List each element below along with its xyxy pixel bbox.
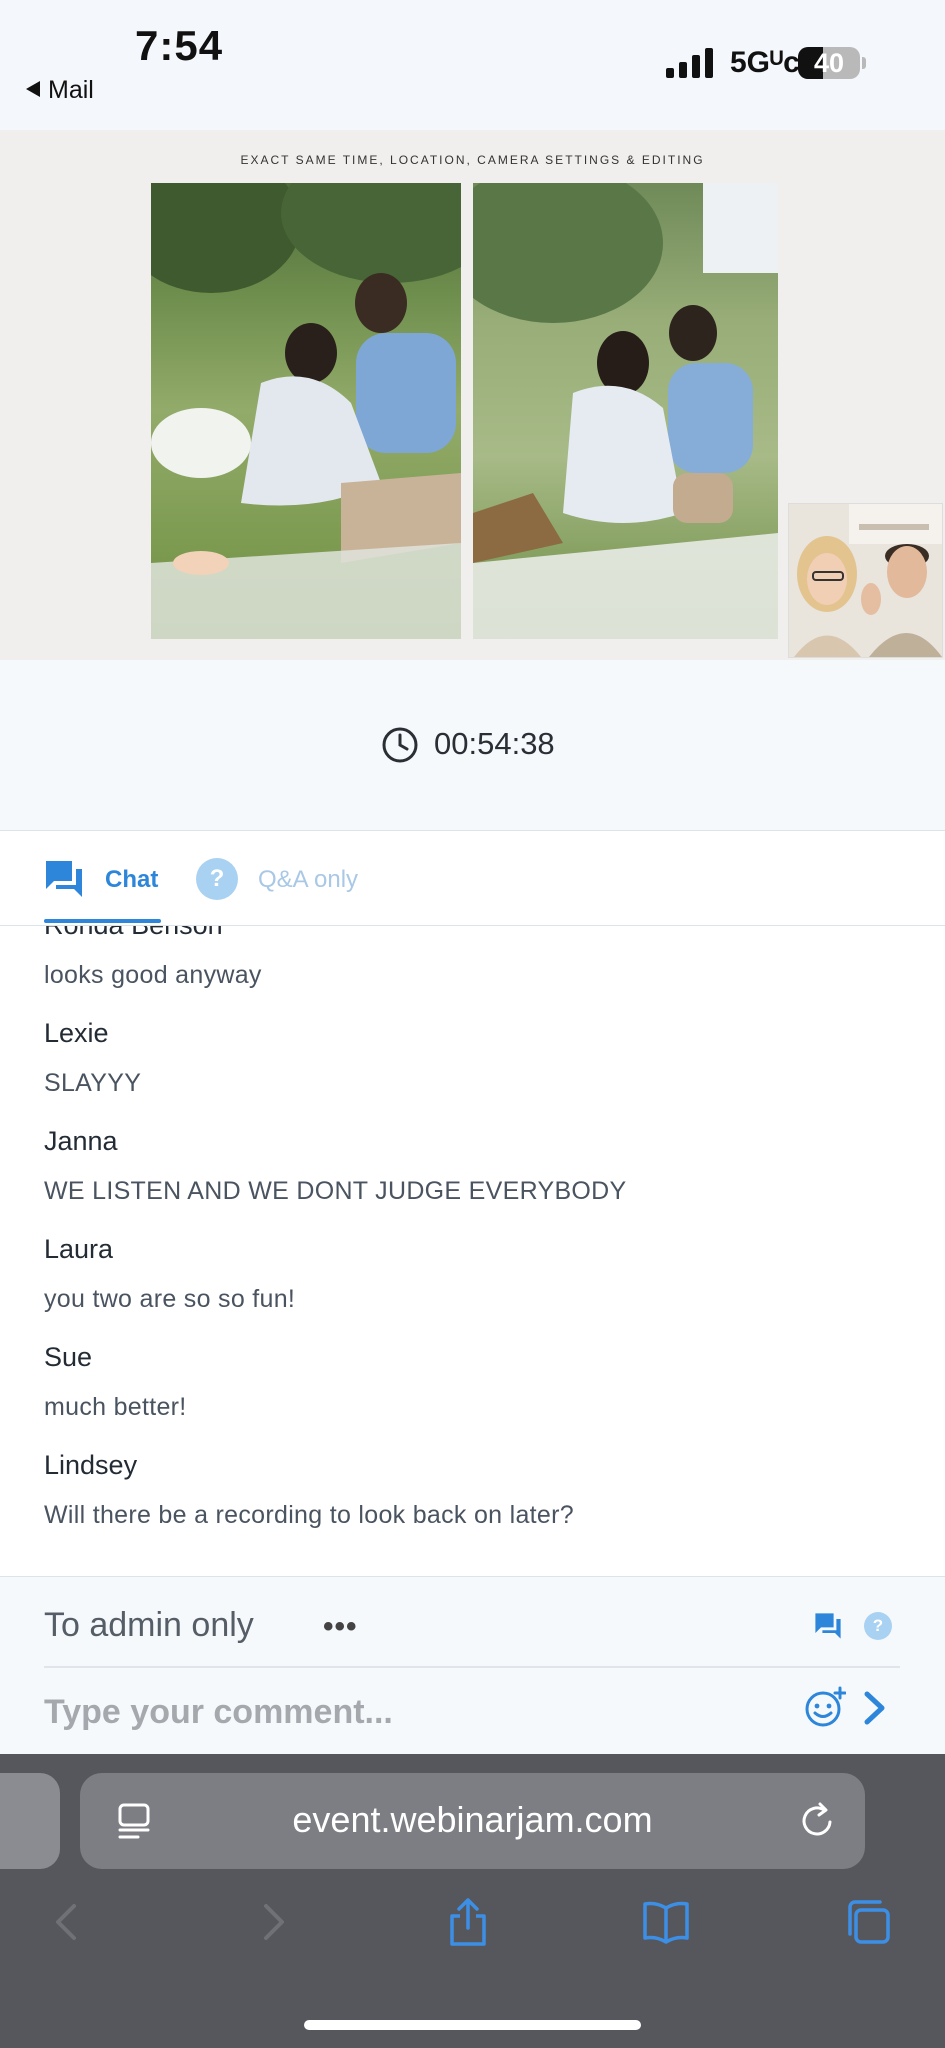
battery-icon: 40 xyxy=(798,47,860,79)
chat-author: Lindsey xyxy=(44,1450,138,1480)
back-chevron-icon[interactable] xyxy=(44,1898,92,1946)
tabs-overview-icon[interactable] xyxy=(844,1898,892,1946)
chat-text: SLAYYY xyxy=(44,1069,142,1097)
forward-chevron-icon[interactable] xyxy=(248,1898,296,1946)
composer-divider xyxy=(44,1666,900,1668)
question-mode-icon[interactable]: ? xyxy=(864,1612,892,1640)
elapsed-timer: 00:54:38 xyxy=(434,726,555,761)
battery-level: 40 xyxy=(813,48,845,78)
clock-icon xyxy=(382,727,418,763)
more-options-button[interactable]: ••• xyxy=(323,1610,358,1644)
bookmarks-icon[interactable] xyxy=(642,1898,690,1946)
chat-message: Laura you two are so so fun! xyxy=(44,1234,295,1314)
chat-author: Laura xyxy=(44,1234,114,1264)
share-icon[interactable] xyxy=(444,1898,492,1946)
chat-text: you two are so so fun! xyxy=(44,1285,296,1313)
chat-text: Will there be a recording to look back o… xyxy=(44,1501,574,1529)
emoji-add-icon[interactable] xyxy=(804,1686,846,1728)
previous-tab-preview[interactable] xyxy=(0,1773,60,1869)
chat-author: Lexie xyxy=(44,1018,109,1048)
chat-message-list[interactable]: Ronda Benson looks good anyway Lexie SLA… xyxy=(0,926,945,1576)
tab-chat[interactable]: Chat xyxy=(105,866,158,894)
chat-message: Lexie SLAYYY xyxy=(44,1018,141,1098)
send-arrow-icon[interactable] xyxy=(862,1690,888,1726)
back-arrow-icon xyxy=(26,81,40,97)
url-text[interactable]: event.webinarjam.com xyxy=(80,1799,865,1841)
slide-photo-left xyxy=(151,183,461,639)
network-type: 5Gᵁᴄ xyxy=(730,46,800,79)
chat-author: Ronda Benson xyxy=(44,926,262,941)
comment-input[interactable] xyxy=(44,1690,784,1734)
status-time: 7:54 xyxy=(135,22,224,69)
battery-nub xyxy=(862,57,866,69)
active-tab-indicator xyxy=(44,919,161,923)
chat-message: Janna WE LISTEN AND WE DONT JUDGE EVERYB… xyxy=(44,1126,627,1206)
chat-bubbles-icon[interactable] xyxy=(44,859,84,899)
chat-message: Ronda Benson looks good anyway xyxy=(44,926,262,990)
presenter-camera-pip[interactable] xyxy=(788,503,943,658)
back-to-mail-button[interactable]: Mail xyxy=(26,76,94,105)
chat-message: Sue much better! xyxy=(44,1342,187,1422)
slide-caption: EXACT SAME TIME, LOCATION, CAMERA SETTIN… xyxy=(240,153,705,167)
chat-author: Janna xyxy=(44,1126,118,1156)
chat-text: looks good anyway xyxy=(44,961,262,989)
chat-message: Lindsey Will there be a recording to loo… xyxy=(44,1450,574,1530)
cellular-signal-icon xyxy=(666,48,713,78)
recipient-selector[interactable]: To admin only xyxy=(44,1606,254,1645)
question-circle-icon[interactable]: ? xyxy=(196,858,238,900)
tab-qa-only[interactable]: Q&A only xyxy=(258,866,358,894)
home-indicator[interactable] xyxy=(304,2020,641,2030)
chat-text: much better! xyxy=(44,1393,187,1421)
chat-author: Sue xyxy=(44,1342,93,1372)
chat-mode-icon[interactable] xyxy=(814,1612,842,1640)
reload-icon[interactable] xyxy=(798,1800,838,1840)
back-label: Mail xyxy=(48,76,94,104)
slide-photo-right xyxy=(473,183,778,639)
chat-text: WE LISTEN AND WE DONT JUDGE EVERYBODY xyxy=(44,1177,627,1205)
